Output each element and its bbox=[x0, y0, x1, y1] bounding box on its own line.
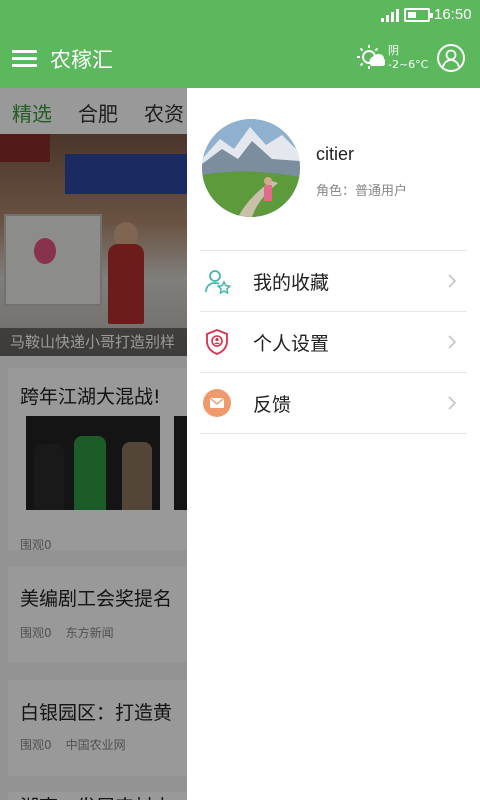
menu-label: 我的收藏 bbox=[253, 272, 330, 294]
battery-icon bbox=[404, 8, 433, 22]
drawer-scrim[interactable] bbox=[0, 88, 187, 800]
weather-condition: 阴 bbox=[388, 44, 399, 57]
status-time: 16:50 bbox=[434, 6, 472, 23]
status-bar: 16:50 bbox=[0, 0, 480, 30]
weather-temperature: -2~6°C bbox=[388, 58, 429, 71]
drawer-menu: 我的收藏 个人设置 反馈 bbox=[200, 250, 467, 434]
user-profile-icon[interactable] bbox=[437, 44, 465, 72]
signal-icon bbox=[381, 9, 399, 22]
profile-role: 角色：普通用户 bbox=[316, 184, 408, 199]
navigation-drawer: citier 角色：普通用户 我的收藏 个人设置 反馈 bbox=[187, 88, 480, 800]
chevron-right-icon bbox=[448, 396, 457, 410]
mail-icon bbox=[203, 389, 231, 417]
chevron-right-icon bbox=[448, 335, 457, 349]
profile-username: citier bbox=[316, 144, 355, 164]
chevron-right-icon bbox=[448, 274, 457, 288]
menu-item-settings[interactable]: 个人设置 bbox=[200, 312, 467, 373]
menu-label: 反馈 bbox=[253, 394, 292, 416]
menu-item-favorites[interactable]: 我的收藏 bbox=[200, 251, 467, 312]
app-bar: 农稼汇 阴 -2~6°C bbox=[0, 30, 480, 88]
hamburger-menu-icon[interactable] bbox=[12, 50, 37, 68]
menu-item-feedback[interactable]: 反馈 bbox=[200, 373, 467, 434]
cloudy-weather-icon[interactable] bbox=[357, 44, 385, 72]
shield-settings-icon bbox=[206, 329, 228, 355]
avatar[interactable] bbox=[202, 119, 300, 217]
menu-label: 个人设置 bbox=[253, 333, 330, 355]
favorite-user-icon bbox=[205, 270, 231, 295]
app-title: 农稼汇 bbox=[50, 48, 113, 72]
